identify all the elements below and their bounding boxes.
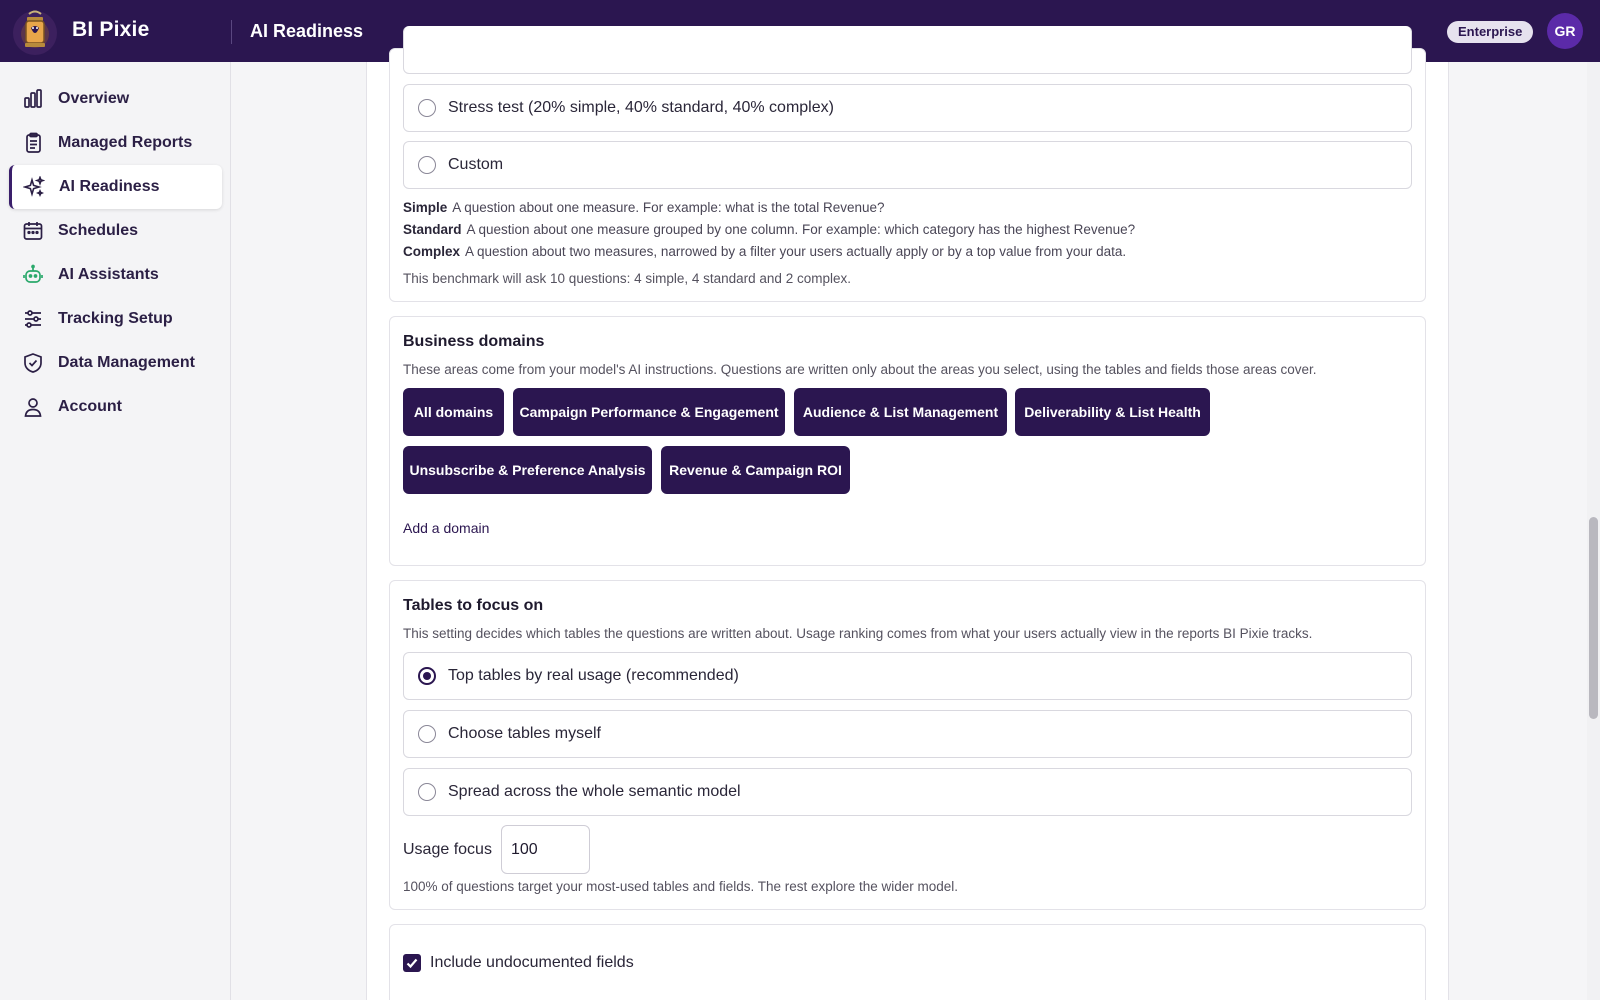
robot-icon [23, 264, 43, 283]
sparkles-icon [23, 176, 45, 198]
sidebar-item-label: Overview [58, 90, 130, 107]
tables-description: This setting decides which tables the qu… [403, 626, 1313, 641]
radio-option-stress-test[interactable]: Stress test (20% simple, 40% standard, 4… [403, 84, 1412, 132]
sidebar-item-overview[interactable]: Overview [9, 77, 222, 121]
domain-chip-audience[interactable]: Audience & List Management [794, 388, 1007, 436]
radio-option-top-tables[interactable]: Top tables by real usage (recommended) [403, 652, 1412, 700]
scrollbar-thumb[interactable] [1589, 517, 1598, 719]
radio-label: Choose tables myself [448, 725, 601, 742]
domains-title: Business domains [403, 333, 545, 350]
sidebar-item-data-management[interactable]: Data Management [9, 341, 222, 385]
benchmark-summary: This benchmark will ask 10 questions: 4 … [403, 271, 851, 286]
usage-focus-label: Usage focus [403, 841, 492, 858]
plan-badge: Enterprise [1447, 21, 1534, 43]
radio-button[interactable] [418, 783, 436, 801]
sidebar-item-label: Account [58, 398, 122, 415]
definition-text: A question about two measures, narrowed … [465, 244, 1127, 259]
sidebar-item-managed-reports[interactable]: Managed Reports [9, 121, 222, 165]
include-undocumented-label: Include undocumented fields [430, 954, 634, 971]
definition-term: Complex [403, 244, 461, 259]
add-domain-link[interactable]: Add a domain [403, 520, 489, 536]
brand-name[interactable]: BI Pixie [72, 18, 149, 42]
radio-label: Stress test (20% simple, 40% standard, 4… [448, 99, 834, 116]
sidebar-item-account[interactable]: Account [9, 385, 222, 429]
calendar-icon [23, 222, 43, 240]
domain-chip-deliverability[interactable]: Deliverability & List Health [1015, 388, 1210, 436]
radio-button[interactable] [418, 156, 436, 174]
tables-title: Tables to focus on [403, 597, 544, 614]
shield-icon [24, 353, 42, 373]
clipboard-icon [26, 132, 41, 153]
sidebar-item-label: AI Readiness [59, 178, 160, 195]
radio-button[interactable] [418, 99, 436, 117]
definition-term: Simple [403, 200, 448, 215]
sidebar-item-ai-assistants[interactable]: AI Assistants [9, 253, 222, 297]
domain-chip-all[interactable]: All domains [403, 388, 504, 436]
definition-text: A question about one measure. For exampl… [452, 200, 885, 215]
sidebar-item-label: Managed Reports [58, 134, 193, 151]
sidebar-item-label: Tracking Setup [58, 310, 173, 327]
bar-chart-icon [24, 89, 42, 108]
radio-option-spread[interactable]: Spread across the whole semantic model [403, 768, 1412, 816]
domain-chip-campaign-performance[interactable]: Campaign Performance & Engagement [513, 388, 785, 436]
lantern-logo-icon[interactable] [10, 6, 60, 56]
usage-focus-input[interactable] [501, 825, 590, 874]
sidebar: Overview Managed Reports AI Readiness Sc… [0, 62, 231, 1000]
page-title: AI Readiness [250, 21, 364, 41]
domains-description: These areas come from your model's AI in… [403, 362, 1317, 377]
radio-option-custom[interactable]: Custom [403, 141, 1412, 189]
definition-standard: Standard A question about one measure gro… [403, 222, 1135, 237]
domain-chip-unsubscribe[interactable]: Unsubscribe & Preference Analysis [403, 446, 652, 494]
checkmark-icon [406, 958, 418, 969]
domain-chip-revenue[interactable]: Revenue & Campaign ROI [661, 446, 850, 494]
definition-term: Standard [403, 222, 462, 237]
radio-label: Custom [448, 156, 504, 173]
radio-label: Spread across the whole semantic model [448, 783, 741, 800]
definition-complex: Complex A question about two measures, na… [403, 244, 1126, 259]
include-undocumented-checkbox[interactable] [403, 954, 421, 972]
user-avatar[interactable]: GR [1547, 13, 1583, 49]
user-icon [24, 398, 42, 417]
radio-option-choose-tables[interactable]: Choose tables myself [403, 710, 1412, 758]
header-divider [231, 20, 232, 44]
radio-option-previous[interactable] [403, 26, 1412, 74]
radio-button[interactable] [418, 725, 436, 743]
usage-focus-note: 100% of questions target your most-used … [403, 879, 959, 894]
sidebar-item-label: AI Assistants [58, 266, 159, 283]
sidebar-item-ai-readiness[interactable]: AI Readiness [9, 165, 222, 209]
sidebar-item-label: Schedules [58, 222, 139, 239]
definition-text: A question about one measure grouped by … [466, 222, 1136, 237]
sidebar-item-tracking-setup[interactable]: Tracking Setup [9, 297, 222, 341]
radio-label: Top tables by real usage (recommended) [448, 667, 739, 684]
business-domains-card [389, 316, 1426, 566]
definition-simple: Simple A question about one measure. For … [403, 200, 885, 215]
sliders-icon [25, 310, 41, 328]
radio-button-selected[interactable] [418, 667, 436, 685]
sidebar-item-schedules[interactable]: Schedules [9, 209, 222, 253]
sidebar-item-label: Data Management [58, 354, 195, 371]
